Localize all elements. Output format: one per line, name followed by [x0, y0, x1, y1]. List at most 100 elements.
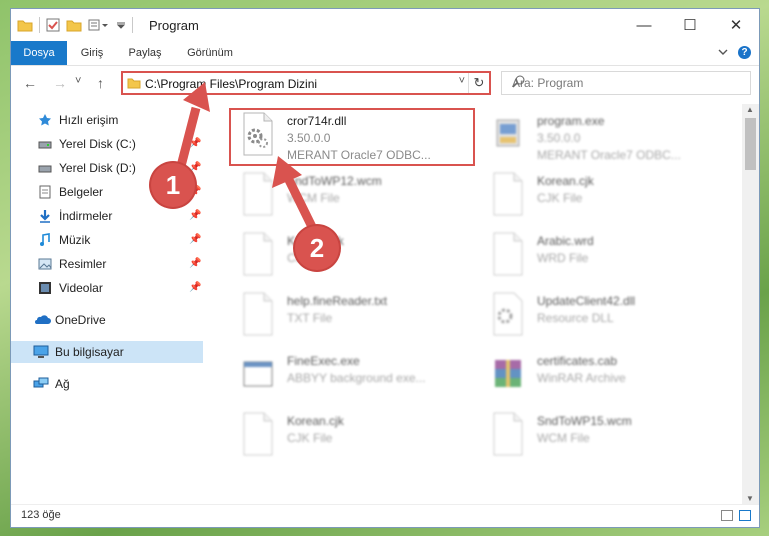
help-icon[interactable]: ?: [738, 46, 751, 59]
back-arrow-icon[interactable]: ←: [23, 75, 37, 91]
file-item[interactable]: SndToWP15.wcm WCM File: [469, 408, 709, 462]
tab-share[interactable]: Paylaş: [119, 41, 171, 65]
dll-gear-icon: [491, 292, 525, 336]
close-button[interactable]: ✕: [713, 9, 759, 41]
sidebar-item-local-disk-c[interactable]: Yerel Disk (C:) 📌: [11, 133, 203, 155]
search-input[interactable]: Ara: Program: [501, 71, 751, 95]
file-version: 3.50.0.0: [537, 131, 581, 145]
recent-locations-icon[interactable]: ˅: [75, 75, 81, 87]
sidebar-item-quick-access[interactable]: Hızlı erişim: [11, 109, 203, 131]
chevron-down-icon[interactable]: [718, 47, 728, 59]
sidebar-item-network[interactable]: Ağ: [11, 373, 203, 395]
sidebar-item-downloads[interactable]: İndirmeler 📌: [11, 205, 203, 227]
file-name: Korean.cjk: [287, 414, 344, 428]
vertical-scrollbar[interactable]: ▲ ▼: [742, 104, 759, 504]
file-name: FineExec.exe: [287, 354, 360, 368]
file-item[interactable]: Korean.cjk CJK File: [219, 408, 459, 462]
status-bar: 123 öğe: [11, 504, 759, 527]
file-type: WCM File: [537, 431, 590, 445]
pin-icon[interactable]: 📌: [189, 138, 201, 149]
refresh-icon[interactable]: ↻: [468, 73, 489, 93]
pictures-icon: [38, 257, 52, 271]
disk-icon: [38, 161, 52, 175]
file-name: help.fineReader.txt: [287, 294, 388, 308]
blank-file-icon: [491, 232, 525, 276]
file-item[interactable]: SndToWP12.wcm WCM File: [219, 168, 459, 222]
address-dropdown-icon[interactable]: ˅: [459, 75, 465, 87]
scrollbar-thumb[interactable]: [745, 118, 756, 170]
file-item[interactable]: UpdateClient42.dll Resource DLL: [469, 288, 709, 342]
file-name: program.exe: [537, 114, 605, 128]
file-item[interactable]: certificates.cab WinRAR Archive: [469, 348, 709, 402]
window-exe-icon: [241, 352, 275, 396]
address-bar[interactable]: C:\Program Files\Program Dizini ˅ ↻: [121, 71, 491, 95]
sidebar-item-label: Ağ: [55, 377, 70, 391]
sidebar-item-label: Belgeler: [59, 185, 104, 199]
minimize-button[interactable]: —: [621, 9, 667, 41]
sidebar-item-label: Hızlı erişim: [59, 113, 119, 127]
sidebar-item-label: Müzik: [59, 233, 91, 247]
properties-icon[interactable]: [46, 18, 60, 32]
address-path[interactable]: C:\Program Files\Program Dizini: [145, 77, 317, 91]
blank-file-icon: [241, 412, 275, 456]
file-type: TXT File: [287, 311, 333, 325]
sidebar-item-pictures[interactable]: Resimler 📌: [11, 253, 203, 275]
quick-access-toolbar: [17, 17, 133, 33]
document-icon: [38, 185, 52, 199]
pin-icon[interactable]: 📌: [189, 234, 201, 245]
disk-icon: [38, 137, 52, 151]
pin-icon[interactable]: 📌: [189, 258, 201, 269]
pin-icon[interactable]: 📌: [189, 282, 201, 293]
folder-icon: [17, 18, 33, 32]
sidebar-item-videos[interactable]: Videolar 📌: [11, 277, 203, 299]
file-type: CJK File: [287, 431, 333, 445]
maximize-button[interactable]: ☐: [667, 9, 713, 41]
up-arrow-icon[interactable]: ↑: [97, 75, 104, 91]
ribbon-tabs: Dosya Giriş Paylaş Görünüm ?: [11, 41, 759, 66]
tab-home[interactable]: Giriş: [71, 41, 113, 65]
forward-arrow-icon[interactable]: →: [53, 75, 67, 91]
window-title: Program: [149, 18, 199, 33]
file-type: WCM File: [287, 191, 340, 205]
scroll-up-icon[interactable]: ▲: [746, 105, 754, 114]
file-item[interactable]: help.fineReader.txt TXT File: [219, 288, 459, 342]
step-2-badge: 2: [295, 226, 339, 270]
video-icon: [38, 281, 52, 295]
file-item[interactable]: Korean.cjk CJK File: [219, 228, 459, 282]
details-view-icon[interactable]: [721, 510, 733, 521]
file-item-program-exe[interactable]: program.exe 3.50.0.0 MERANT Oracle7 ODBC…: [469, 108, 709, 162]
item-count: 123 öğe: [21, 509, 61, 521]
file-description: MERANT Oracle7 ODBC...: [537, 148, 681, 162]
sidebar-item-label: Resimler: [59, 257, 107, 271]
sidebar-item-this-pc[interactable]: Bu bilgisayar: [11, 341, 203, 363]
download-icon: [38, 209, 52, 223]
pin-icon[interactable]: 📌: [189, 210, 201, 221]
file-item[interactable]: Korean.cjk CJK File: [469, 168, 709, 222]
blank-file-icon: [491, 412, 525, 456]
explorer-window: Program — ☐ ✕ Dosya Giriş Paylaş Görünüm…: [10, 8, 760, 528]
navigation-bar: ← → ˅ ↑ C:\Program Files\Program Dizini …: [11, 66, 759, 100]
tiles-view-icon[interactable]: [739, 510, 751, 521]
sidebar-item-label: OneDrive: [55, 313, 106, 327]
file-name: SndToWP12.wcm: [287, 174, 382, 188]
scroll-down-icon[interactable]: ▼: [746, 494, 754, 503]
file-item[interactable]: Arabic.wrd WRD File: [469, 228, 709, 282]
view-menu-icon[interactable]: [88, 18, 110, 32]
file-item[interactable]: FineExec.exe ABBYY background exe...: [219, 348, 459, 402]
new-folder-icon[interactable]: [66, 18, 82, 32]
file-type: Resource DLL: [537, 311, 614, 325]
sidebar-item-label: Yerel Disk (C:): [59, 137, 136, 151]
tab-view[interactable]: Görünüm: [179, 41, 241, 65]
computer-icon: [33, 345, 49, 359]
customize-toolbar-icon[interactable]: [116, 18, 126, 32]
sidebar-item-music[interactable]: Müzik 📌: [11, 229, 203, 251]
sidebar-item-onedrive[interactable]: OneDrive: [11, 309, 203, 331]
tab-file[interactable]: Dosya: [11, 41, 67, 65]
sidebar-item-label: İndirmeler: [59, 209, 113, 223]
toolbar-separator: [39, 17, 40, 33]
blank-file-icon: [491, 172, 525, 216]
cloud-icon: [33, 313, 51, 327]
music-icon: [38, 233, 52, 247]
file-name: UpdateClient42.dll: [537, 294, 636, 308]
file-name: Arabic.wrd: [537, 234, 594, 248]
